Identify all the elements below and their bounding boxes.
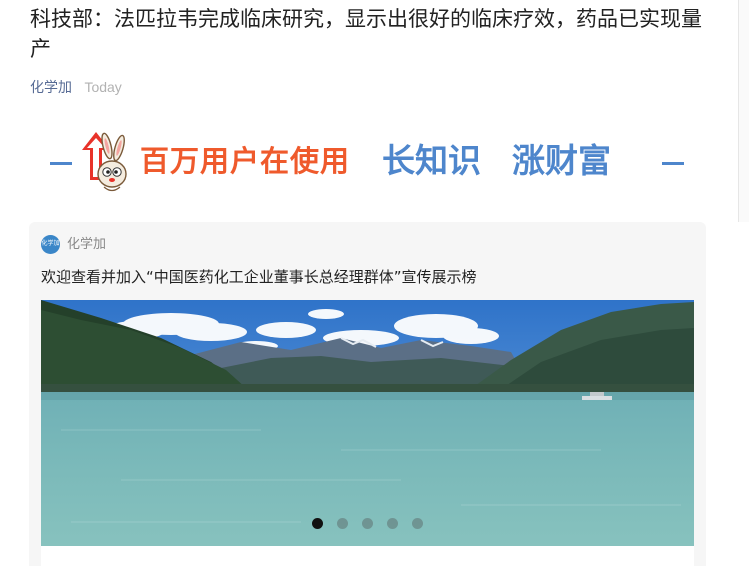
publish-date: Today xyxy=(84,79,122,95)
source-avatar: 化学加 xyxy=(41,235,60,254)
account-name-link[interactable]: 化学加 xyxy=(30,80,72,96)
source-name: 化学加 xyxy=(67,237,107,252)
carousel-dot-3[interactable] xyxy=(362,518,373,529)
lake-landscape-image xyxy=(41,300,694,546)
embedded-article-card[interactable]: 化学加 化学加 欢迎查看并加入“中国医药化工企业董事长总经理群体”宣传展示榜 xyxy=(29,222,706,566)
scrollbar[interactable] xyxy=(738,0,749,222)
article-title: 科技部：法匹拉韦完成临床研究，显示出很好的临床疗效，药品已实现量产 xyxy=(30,7,702,61)
banner-slogan-wealth: 涨财富 xyxy=(512,141,611,180)
banner-dash-right xyxy=(662,162,684,165)
carousel-dot-5[interactable] xyxy=(412,518,423,529)
card-footer xyxy=(41,546,694,566)
banner-slogan-users: 百万用户在使用 xyxy=(140,144,351,178)
banner-dash-left xyxy=(50,162,72,165)
carousel-indicators xyxy=(41,518,694,529)
card-title[interactable]: 欢迎查看并加入“中国医药化工企业董事长总经理群体”宣传展示榜 xyxy=(41,266,477,288)
promo-banner: 百万用户在使用 长知识 涨财富 xyxy=(40,128,700,198)
article-page: 科技部：法匹拉韦完成临床研究，显示出很好的临床疗效，药品已实现量产 化学加 To… xyxy=(0,0,749,566)
article-meta: 化学加 Today xyxy=(30,77,122,98)
carousel-image[interactable] xyxy=(41,300,694,546)
rabbit-mascot-logo xyxy=(82,132,127,192)
carousel-dot-2[interactable] xyxy=(337,518,348,529)
carousel-dot-1[interactable] xyxy=(312,518,323,529)
carousel-dot-4[interactable] xyxy=(387,518,398,529)
banner-slogan-knowledge: 长知识 xyxy=(382,141,481,180)
